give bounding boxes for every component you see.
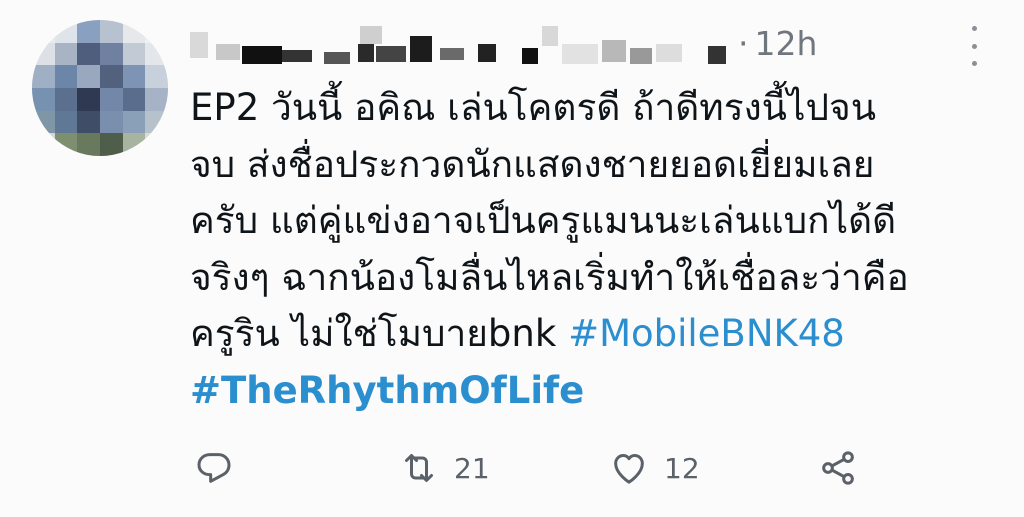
action-bar: 21 12 [190,440,890,496]
reply-button[interactable] [194,440,234,496]
timestamp[interactable]: · 12h [738,24,817,63]
reply-icon [197,453,231,483]
retweet-count: 21 [454,451,490,485]
retweet-icon [405,454,433,482]
tweet-card[interactable]: · 12h EP2 วันนี้ อคิณ เล่นโคตรดี ถ้าดีทร… [0,0,1024,517]
tweet-text: EP2 วันนี้ อคิณ เล่นโคตรดี ถ้าดีทรงนี้ไป… [190,80,990,419]
heart-icon [614,454,644,484]
more-options-icon[interactable] [964,26,984,66]
separator-dot: · [738,24,749,63]
tweet-text-line: จริงๆ ฉากน้องโมลื่นไหลเริ่มทำให้เชื่อละว… [190,255,909,299]
avatar[interactable] [32,20,168,156]
share-button[interactable] [818,440,858,496]
time-label: 12h [754,24,818,63]
tweet-text-line: ครูริน ไม่ใช่โมบายbnk #MobileBNK48 [190,306,990,363]
like-button[interactable]: 12 [608,440,700,496]
like-count: 12 [664,451,700,485]
retweet-button[interactable]: 21 [398,440,490,496]
hashtag-therhythmoflife[interactable]: #TheRhythmOfLife [190,363,990,420]
tweet-text-line: จบ ส่งชื่อประกวดนักแสดงชายยอดเยี่ยมเลย [190,142,875,186]
share-icon [822,451,854,485]
display-name-redacted[interactable] [182,22,742,72]
hashtag-mobilebnk48[interactable]: #MobileBNK48 [568,312,845,355]
tweet-text-line: EP2 วันนี้ อคิณ เล่นโคตรดี ถ้าดีทรงนี้ไป… [190,86,876,129]
tweet-text-segment: ครูริน ไม่ใช่โมบายbnk [190,312,569,355]
tweet-text-line: ครับ แต่คู่แข่งอาจเป็นครูแมนนะเล่นแบกได้… [190,199,897,242]
